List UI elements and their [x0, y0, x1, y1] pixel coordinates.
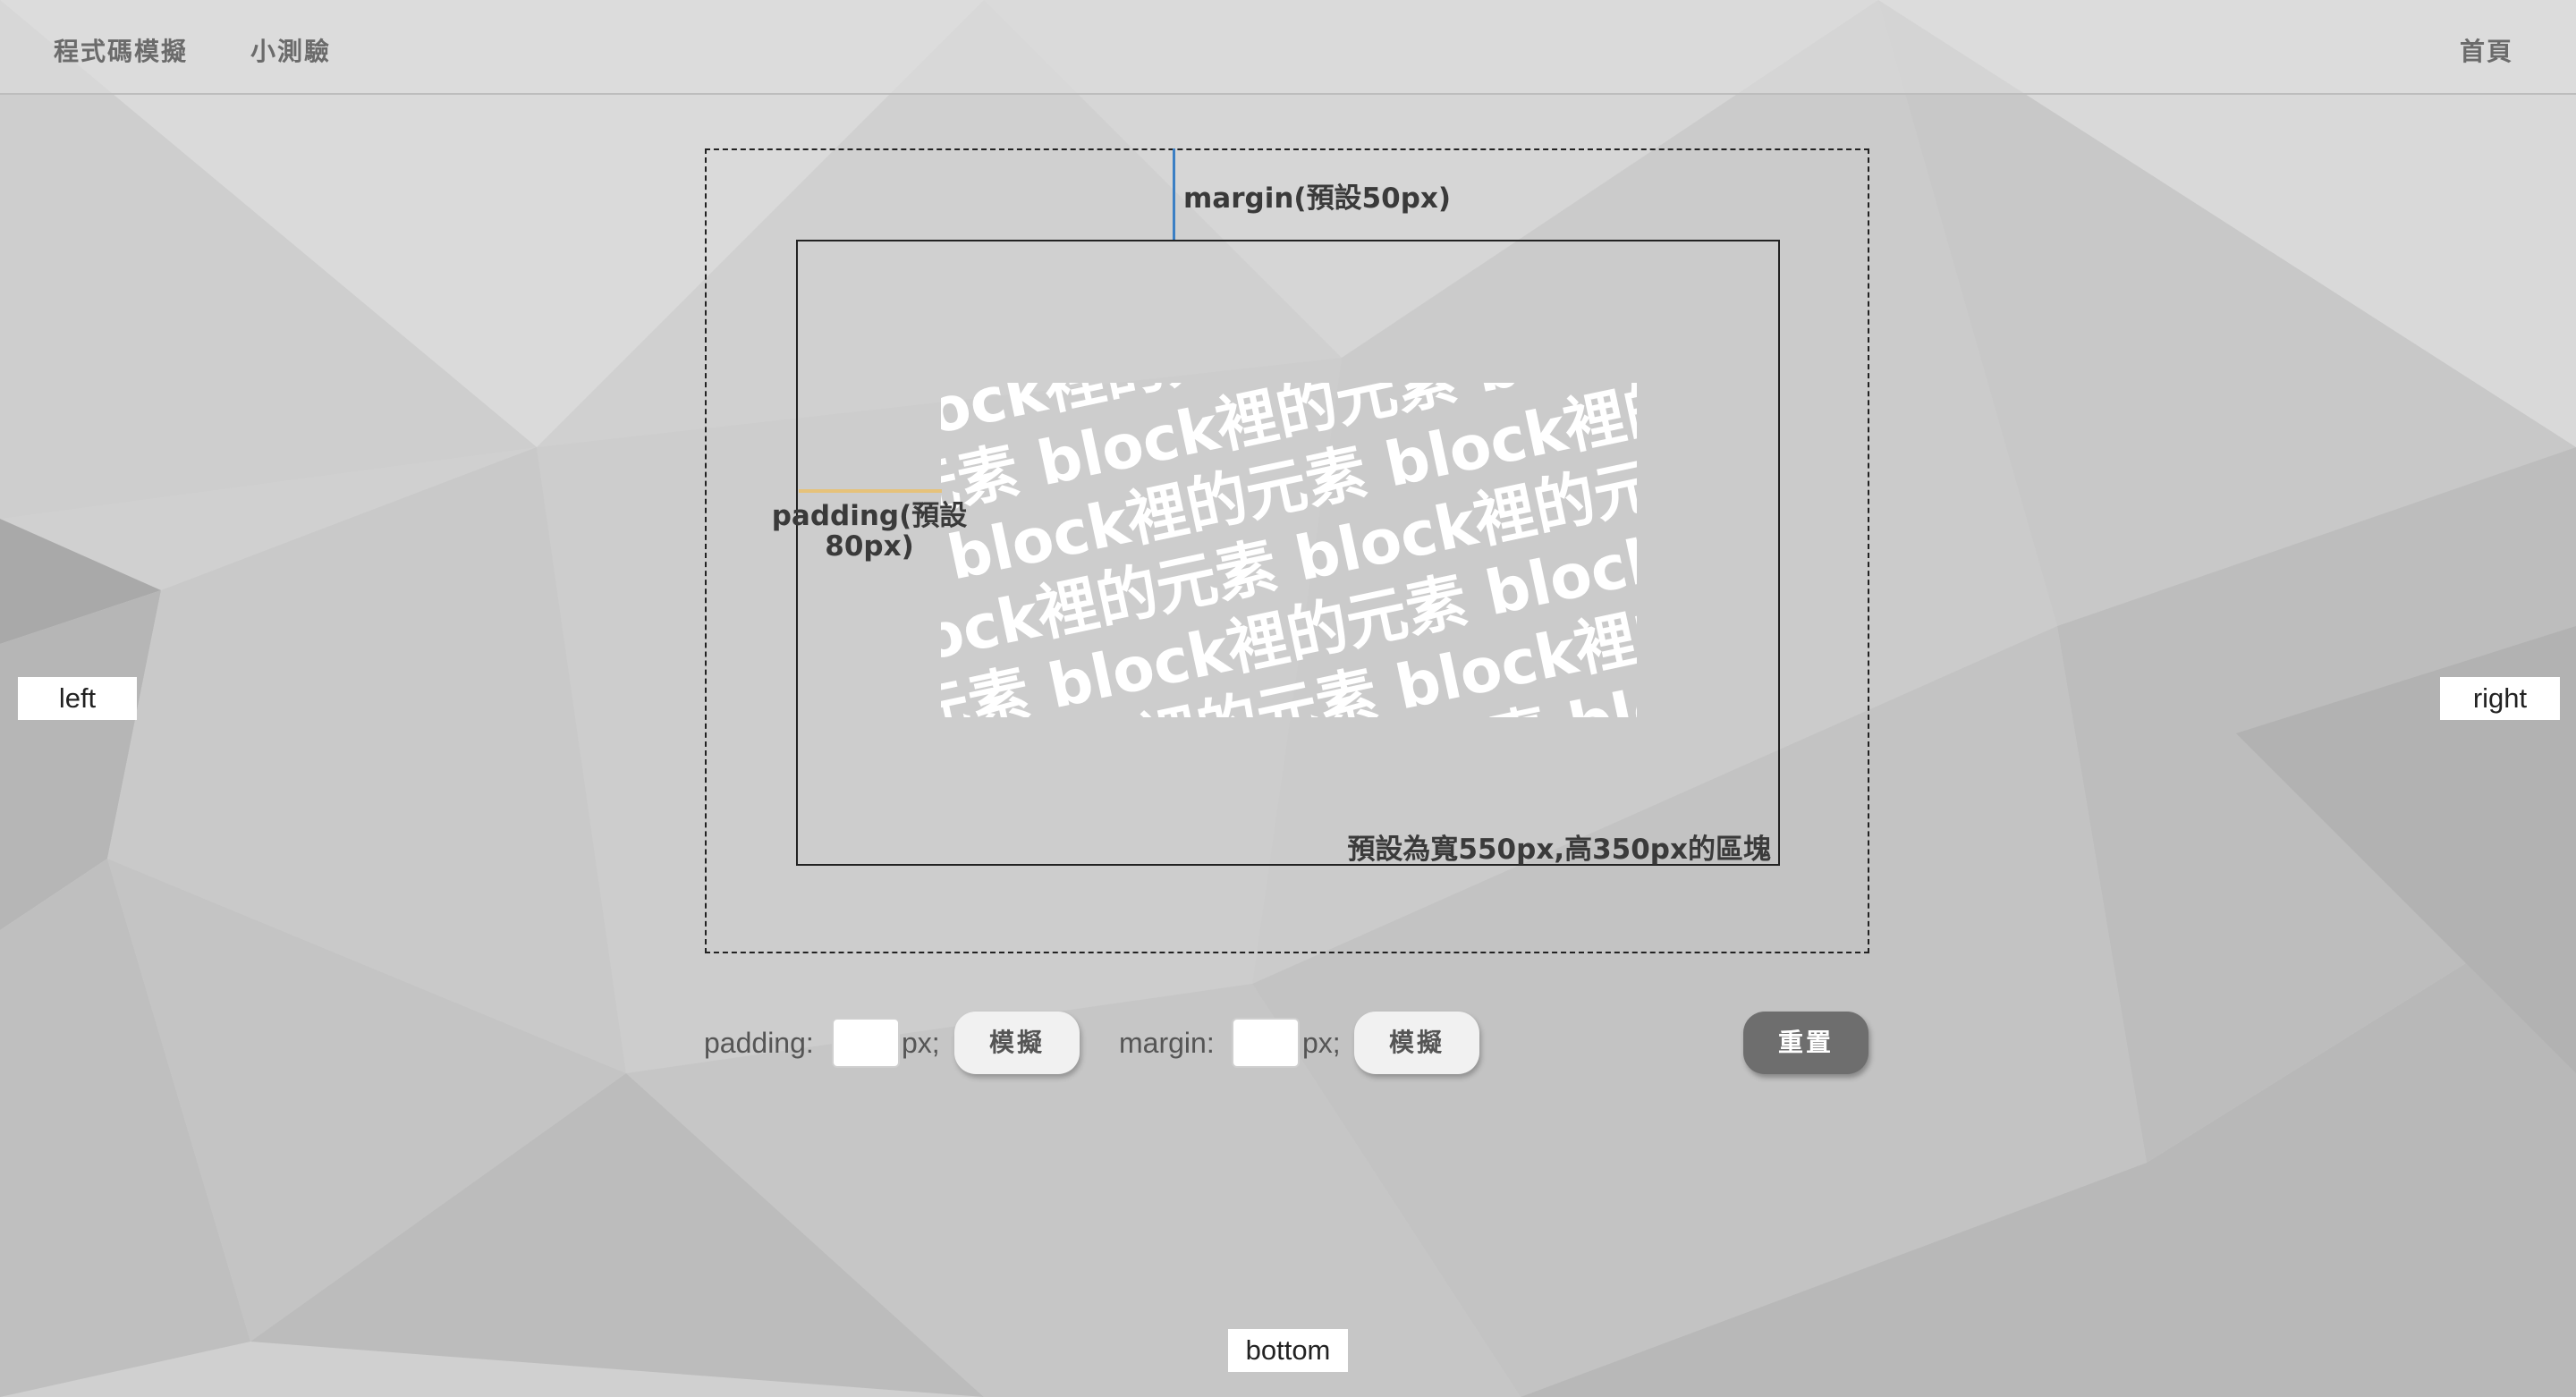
- padding-label: padding:: [704, 1027, 814, 1059]
- nav-home[interactable]: 首頁: [2460, 32, 2513, 68]
- right-marker: right: [2440, 677, 2560, 720]
- bottom-marker: bottom: [1228, 1329, 1348, 1372]
- padding-simulate-button[interactable]: 模擬: [954, 1012, 1080, 1074]
- left-marker: left: [18, 677, 137, 720]
- padding-indicator-line: [799, 489, 942, 493]
- nav-code-simulation[interactable]: 程式碼模擬: [54, 32, 188, 68]
- margin-label: margin:: [1119, 1027, 1215, 1059]
- margin-input[interactable]: [1232, 1018, 1300, 1068]
- reset-button[interactable]: 重置: [1743, 1012, 1868, 1074]
- block-content-text: block裡的元素 block裡的元素 block裡的元素 block裡的元素 …: [941, 383, 1637, 717]
- nav-quiz[interactable]: 小測驗: [250, 32, 331, 68]
- margin-indicator-line: [1173, 148, 1175, 240]
- padding-note: padding(預設 80px): [771, 501, 968, 562]
- padding-note-line1: padding(預設: [771, 500, 968, 532]
- padding-unit: px;: [902, 1027, 940, 1059]
- block-size-note: 預設為寬550px,高350px的區塊: [1347, 834, 1771, 866]
- top-navigation-bar: 程式碼模擬 小測驗 首頁: [0, 0, 2576, 95]
- padding-note-line2: 80px): [825, 530, 914, 563]
- margin-simulate-button[interactable]: 模擬: [1354, 1012, 1479, 1074]
- padding-input[interactable]: [832, 1018, 900, 1068]
- margin-note: margin(預設50px): [1183, 182, 1452, 215]
- margin-unit: px;: [1302, 1027, 1341, 1059]
- block-content-area: block裡的元素 block裡的元素 block裡的元素 block裡的元素 …: [941, 383, 1637, 717]
